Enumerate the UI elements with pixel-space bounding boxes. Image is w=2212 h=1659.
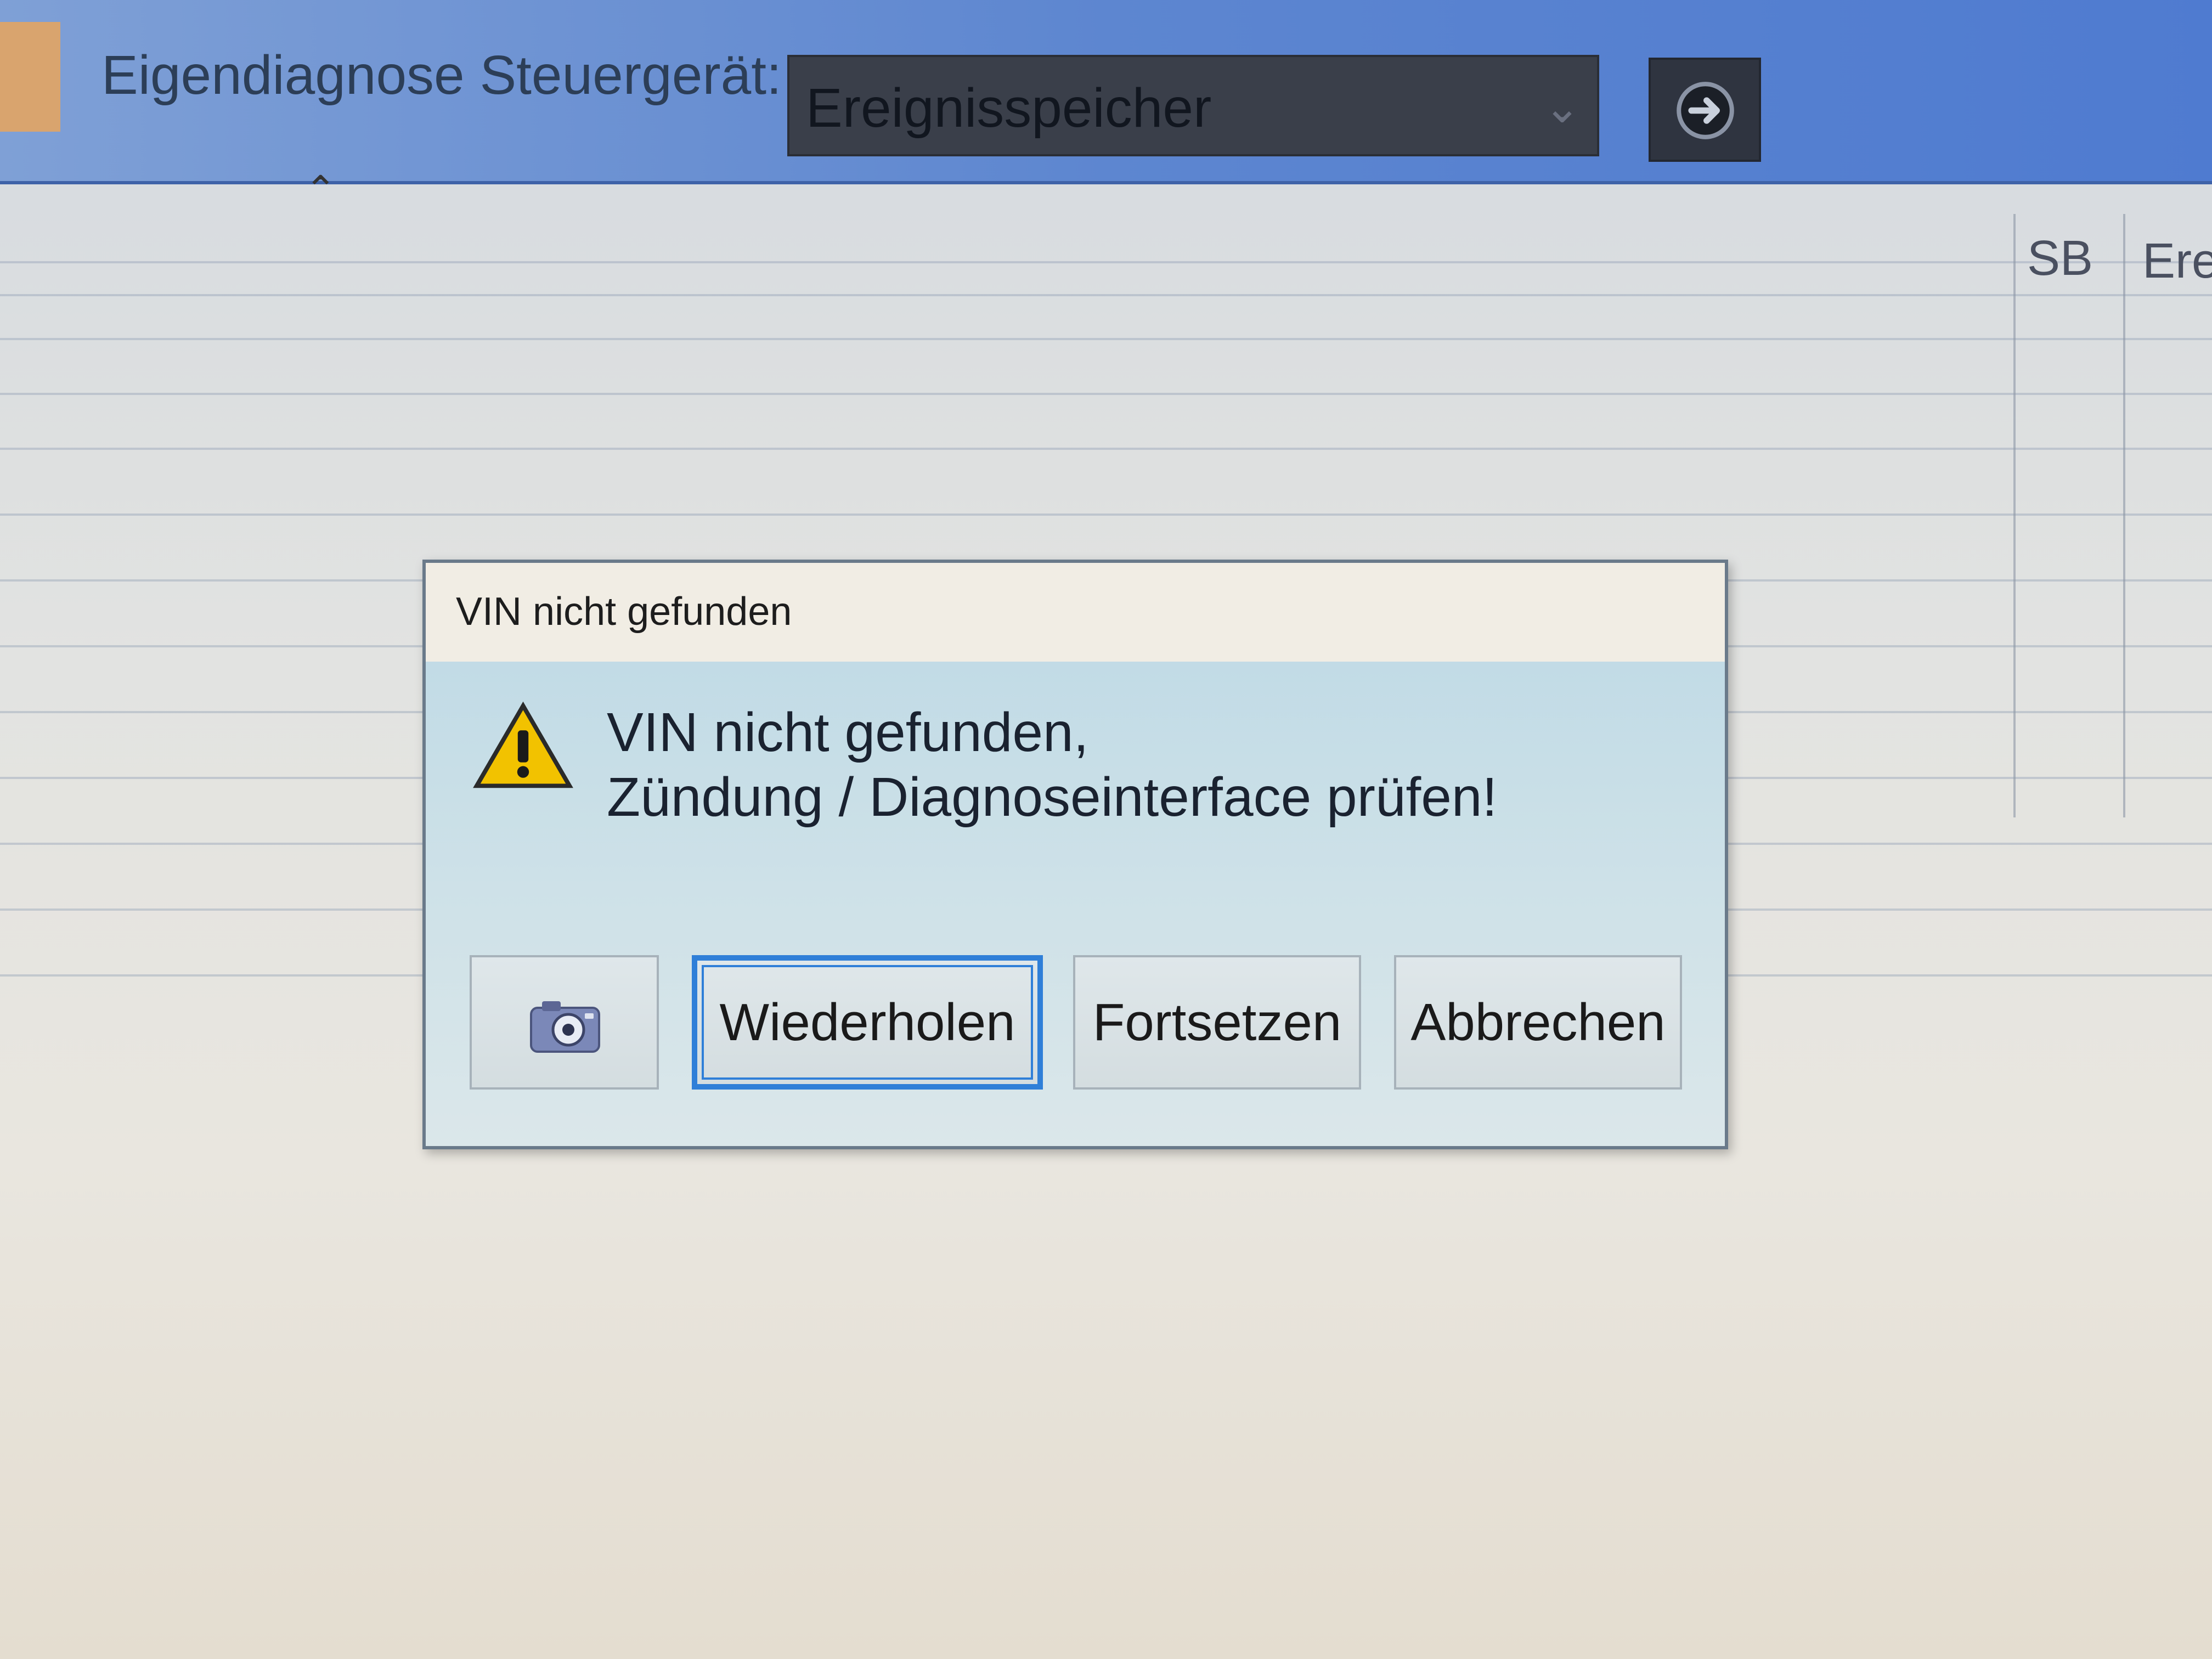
retry-button[interactable]: Wiederholen bbox=[692, 955, 1043, 1090]
cancel-button-label: Abbrechen bbox=[1410, 993, 1666, 1052]
go-button[interactable] bbox=[1649, 58, 1761, 162]
column-divider[interactable] bbox=[2013, 214, 2016, 817]
dialog-message: VIN nicht gefunden, Zündung / Diagnosein… bbox=[607, 700, 1497, 830]
column-header-event[interactable]: Ere bbox=[2142, 233, 2212, 290]
app-window: Eigendiagnose Steuergerät: Ereignisspeic… bbox=[0, 0, 2212, 1659]
screenshot-button[interactable] bbox=[470, 955, 659, 1090]
arrow-right-circle-icon bbox=[1677, 82, 1734, 139]
toolbar-accent-tab[interactable] bbox=[0, 22, 60, 132]
table-row-divider bbox=[0, 514, 2212, 516]
dialog-title: VIN nicht gefunden bbox=[456, 590, 792, 634]
ecu-function-select-value: Ereignisspeicher bbox=[806, 77, 1212, 139]
table-row-divider bbox=[0, 338, 2212, 340]
top-toolbar: Eigendiagnose Steuergerät: Ereignisspeic… bbox=[0, 0, 2212, 184]
warning-icon bbox=[473, 701, 573, 788]
column-divider[interactable] bbox=[2123, 214, 2125, 817]
cancel-button[interactable]: Abbrechen bbox=[1394, 955, 1682, 1090]
vin-not-found-dialog: VIN nicht gefunden VIN nicht gefunden, Z… bbox=[422, 560, 1728, 1149]
table-row-divider bbox=[0, 294, 2212, 296]
table-row-divider bbox=[0, 393, 2212, 395]
dialog-message-line: Zündung / Diagnoseinterface prüfen! bbox=[607, 766, 1498, 828]
camera-icon bbox=[530, 1001, 600, 1053]
dialog-message-line: VIN nicht gefunden, bbox=[607, 702, 1089, 763]
ecu-function-select[interactable]: Ereignisspeicher ⌄ bbox=[787, 55, 1599, 156]
self-diagnosis-label: Eigendiagnose Steuergerät: bbox=[101, 44, 782, 106]
table-row-divider bbox=[0, 448, 2212, 450]
chevron-down-icon[interactable]: ⌄ bbox=[1544, 82, 1581, 133]
column-header-sb[interactable]: SB bbox=[2027, 230, 2093, 287]
table-row-divider bbox=[0, 261, 2212, 263]
continue-button-label: Fortsetzen bbox=[1092, 993, 1342, 1052]
dialog-titlebar[interactable]: VIN nicht gefunden bbox=[426, 563, 1725, 662]
continue-button[interactable]: Fortsetzen bbox=[1073, 955, 1361, 1090]
focus-ring bbox=[702, 965, 1033, 1080]
